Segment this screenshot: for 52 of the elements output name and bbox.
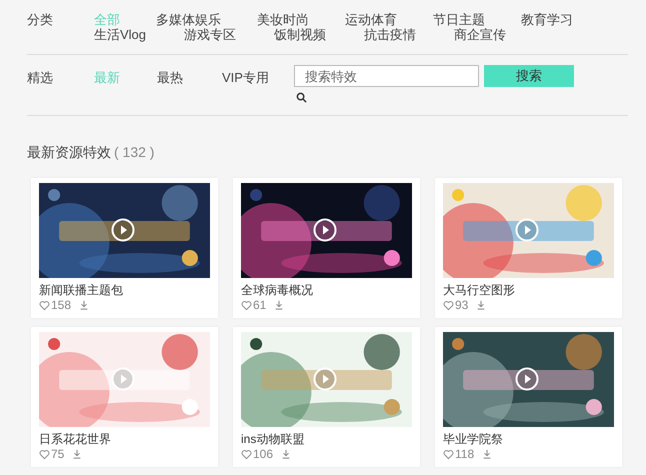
- heart-icon[interactable]: [241, 448, 252, 460]
- category-link[interactable]: 生活Vlog: [94, 27, 146, 42]
- category-link[interactable]: 运动体育: [345, 12, 397, 27]
- effect-card[interactable]: 全球病毒概况 61: [233, 178, 420, 318]
- like-count: 118: [455, 447, 474, 461]
- like-count: 106: [253, 447, 274, 461]
- download-icon[interactable]: [72, 449, 82, 459]
- like-count: 158: [51, 298, 72, 312]
- category-link[interactable]: 抗击疫情: [364, 27, 416, 42]
- sort-label: 精选: [27, 69, 54, 87]
- play-icon[interactable]: [313, 218, 337, 242]
- effect-title: 全球病毒概况: [241, 282, 314, 298]
- search-field[interactable]: 搜索特效: [294, 65, 479, 87]
- download-icon[interactable]: [274, 300, 284, 310]
- category-link[interactable]: 节日主题: [433, 12, 485, 27]
- effect-card[interactable]: 大马行空图形 93: [435, 178, 622, 318]
- effect-title: 新闻联播主题包: [39, 282, 124, 298]
- heart-icon[interactable]: [443, 300, 454, 310]
- play-icon[interactable]: [515, 367, 539, 391]
- effect-title: 毕业学院祭: [443, 431, 504, 447]
- category-link[interactable]: 教育学习: [521, 12, 573, 27]
- effect-card[interactable]: 日系花花世界 75: [31, 327, 218, 467]
- download-icon[interactable]: [281, 449, 292, 459]
- effect-title: ins动物联盟: [241, 431, 306, 447]
- sort-link[interactable]: VIP专用: [222, 68, 294, 88]
- heart-icon[interactable]: [241, 300, 252, 310]
- category-link[interactable]: 多媒体娱乐: [156, 12, 221, 27]
- effect-title: 日系花花世界: [39, 431, 112, 447]
- play-icon[interactable]: [111, 218, 135, 242]
- download-icon[interactable]: [482, 449, 492, 459]
- like-count: 93: [455, 298, 468, 312]
- heart-icon[interactable]: [443, 448, 454, 460]
- search-icon: [296, 92, 307, 103]
- effect-card[interactable]: 新闻联播主题包 158: [31, 178, 218, 318]
- category-link[interactable]: 美妆时尚: [257, 12, 309, 27]
- category-label: 分类: [27, 12, 54, 29]
- heart-icon[interactable]: [39, 448, 50, 460]
- download-icon[interactable]: [79, 300, 90, 310]
- download-icon[interactable]: [476, 300, 486, 310]
- like-count: 61: [253, 298, 266, 312]
- category-link[interactable]: 商企宣传: [454, 27, 506, 42]
- effect-card[interactable]: 毕业学院祭 118: [435, 327, 622, 467]
- search-button[interactable]: 搜索: [484, 65, 574, 87]
- resource-count: ( 132 ): [114, 143, 154, 162]
- effect-title: 大马行空图形: [443, 282, 516, 298]
- effect-card[interactable]: ins动物联盟 106: [233, 327, 420, 467]
- section-title: 最新资源特效: [27, 143, 111, 162]
- category-link[interactable]: 饭制视频: [274, 27, 326, 42]
- sort-link[interactable]: 最热: [157, 68, 222, 88]
- category-link[interactable]: 游戏专区: [184, 27, 236, 42]
- heart-icon[interactable]: [39, 300, 50, 310]
- like-count: 75: [51, 447, 64, 461]
